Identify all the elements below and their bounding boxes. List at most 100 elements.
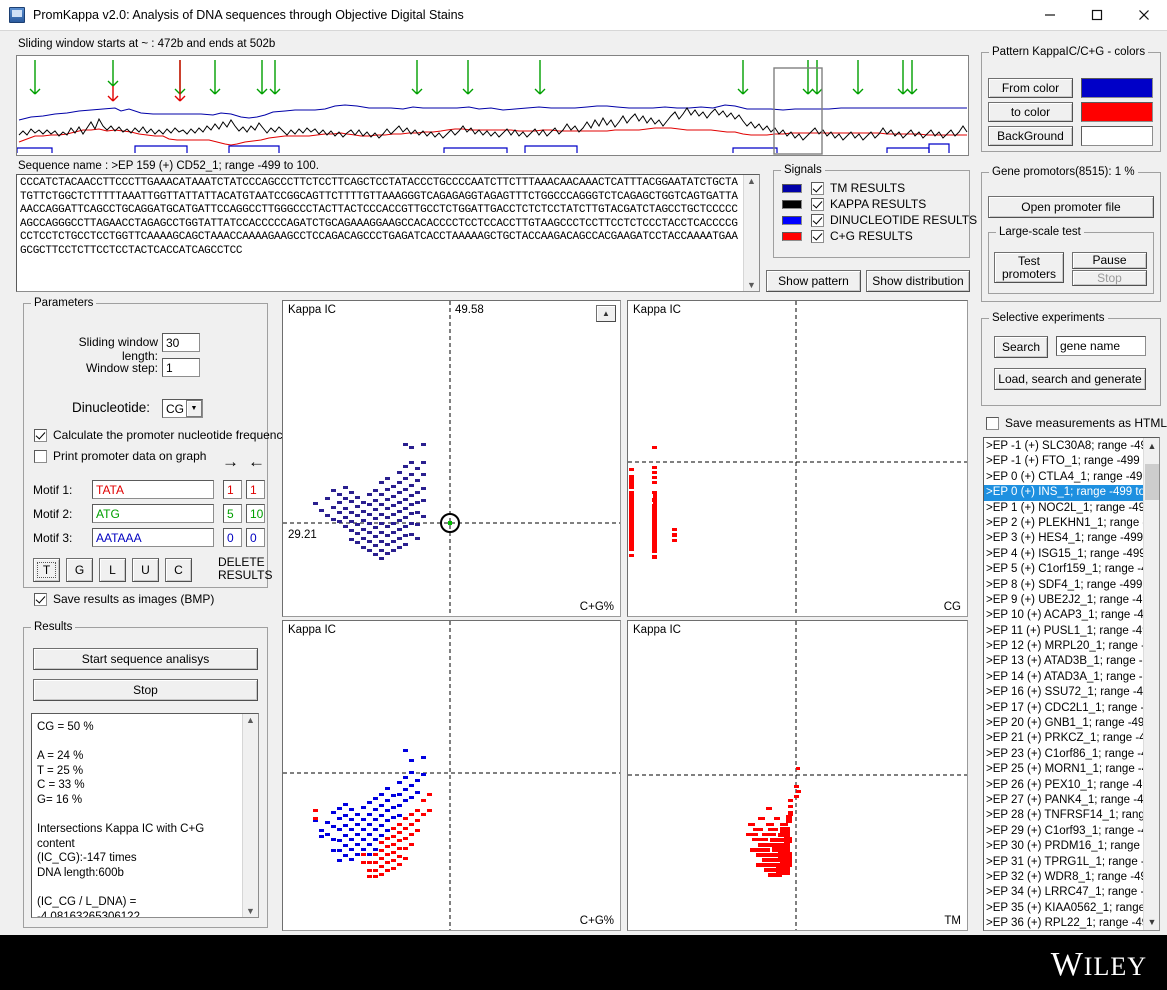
sliding-window-length-input[interactable]: 30 [162, 333, 200, 352]
sequence-textarea[interactable]: CCCATCTACAACCTTCCCTTGAAACATAAATCTATCCCAG… [16, 174, 760, 292]
experiment-list-item[interactable]: >EP 16 (+) SSU72_1; range -49 [984, 685, 1143, 700]
base-button-u[interactable]: U [132, 558, 159, 582]
motif-3-count-start[interactable]: 0 [223, 528, 242, 547]
base-button-t[interactable]: T [33, 558, 60, 582]
motif-1-count-end[interactable]: 1 [246, 480, 265, 499]
experiment-list-item[interactable]: >EP 12 (+) MRPL20_1; range - [984, 639, 1143, 654]
base-button-g[interactable]: G [66, 558, 93, 582]
to-color-button[interactable]: to color [988, 102, 1073, 122]
motif-1-input[interactable]: TATA [92, 480, 214, 499]
experiment-list-item[interactable]: >EP 1 (+) NOC2L_1; range -49 [984, 501, 1143, 516]
motif-2-count-end[interactable]: 10 [246, 504, 265, 523]
stop-analysis-button[interactable]: Stop [33, 679, 258, 701]
save-html-checkbox[interactable]: Save measurements as HTML [986, 416, 1167, 430]
close-button[interactable] [1120, 0, 1167, 31]
list-scroll-down-icon[interactable]: ▼ [1144, 917, 1159, 927]
save-bmp-checkbox[interactable]: Save results as images (BMP) [34, 592, 214, 606]
experiment-list-item[interactable]: >EP 9 (+) UBE2J2_1; range -49 [984, 593, 1143, 608]
prev-motif-arrow-icon[interactable]: ← [248, 452, 265, 472]
experiment-list-item[interactable]: >EP 34 (+) LRRC47_1; range - [984, 885, 1143, 900]
experiment-list-item[interactable]: >EP 26 (+) PEX10_1; range -49 [984, 778, 1143, 793]
experiment-list-item[interactable]: >EP 11 (+) PUSL1_1; range -49 [984, 624, 1143, 639]
background-color-swatch[interactable] [1081, 126, 1153, 146]
search-button[interactable]: Search [994, 336, 1048, 358]
stop-large-scale-button[interactable]: Stop [1072, 270, 1147, 286]
print-data-checkbox[interactable]: Print promoter data on graph [34, 449, 206, 463]
gene-name-input[interactable]: gene name [1056, 336, 1146, 356]
signal-row-tm[interactable]: TM RESULTS [782, 180, 977, 196]
plot-kappa-vs-cg-percent-2[interactable]: Kappa IC C+G% [282, 620, 621, 931]
experiment-list-item[interactable]: >EP 8 (+) SDF4_1; range -499 [984, 578, 1143, 593]
experiment-list-item[interactable]: >EP 3 (+) HES4_1; range -499 [984, 531, 1143, 546]
test-promoters-button[interactable]: Test promoters [994, 252, 1064, 283]
motif-1-count-start[interactable]: 1 [223, 480, 242, 499]
signal-checkbox-tm[interactable]: TM RESULTS [811, 181, 905, 195]
maximize-button[interactable] [1073, 0, 1120, 31]
experiment-list-item[interactable]: >EP 20 (+) GNB1_1; range -49 [984, 716, 1143, 731]
signal-checkbox-kappa[interactable]: KAPPA RESULTS [811, 197, 926, 211]
plot1-scroll-up-button[interactable]: ▲ [596, 305, 616, 322]
experiment-listbox[interactable]: >EP -1 (+) SLC30A8; range -49 >EP -1 (+) … [983, 437, 1160, 931]
signal-checkbox-dinucleotide[interactable]: DINUCLEOTIDE RESULTS [811, 213, 977, 227]
calculate-frequency-checkbox[interactable]: Calculate the promoter nucleotide freque… [34, 428, 288, 442]
next-motif-arrow-icon[interactable]: → [222, 452, 239, 472]
scroll-up-icon[interactable]: ▲ [747, 176, 756, 186]
background-color-button[interactable]: BackGround [988, 126, 1073, 146]
motif-2-input[interactable]: ATG [92, 504, 214, 523]
results-scrollbar[interactable]: ▲ ▼ [242, 714, 258, 917]
experiment-list-item[interactable]: >EP 13 (+) ATAD3B_1; range - [984, 654, 1143, 669]
motif-2-count-start[interactable]: 5 [223, 504, 242, 523]
signal-checkbox-cg[interactable]: C+G RESULTS [811, 229, 913, 243]
experiment-list-item[interactable]: >EP 35 (+) KIAA0562_1; range [984, 901, 1143, 916]
experiment-list-item[interactable]: >EP 31 (+) TPRG1L_1; range - [984, 855, 1143, 870]
from-color-button[interactable]: From color [988, 78, 1073, 98]
experiment-list-item[interactable]: >EP 23 (+) C1orf86_1; range -4 [984, 747, 1143, 762]
experiment-list-item[interactable]: >EP 0 (+) INS_1; range -499 to [984, 485, 1143, 501]
experiment-list-item[interactable]: >EP 4 (+) ISG15_1; range -499 [984, 547, 1143, 562]
list-scroll-up-icon[interactable]: ▲ [1144, 441, 1159, 451]
experiment-list-scrollbar[interactable]: ▲ ▼ [1143, 438, 1159, 930]
experiment-list-item[interactable]: >EP 21 (+) PRKCZ_1; range -4 [984, 731, 1143, 746]
results-textarea[interactable]: CG = 50 % A = 24 % T = 25 % C = 33 % G= … [31, 713, 259, 918]
experiment-list-item[interactable]: >EP -1 (+) SLC30A8; range -49 [984, 439, 1143, 454]
window-step-input[interactable]: 1 [162, 358, 200, 377]
results-scroll-down-icon[interactable]: ▼ [246, 906, 255, 916]
chevron-down-icon[interactable]: ▼ [186, 400, 202, 417]
experiment-list-item[interactable]: >EP 25 (+) MORN1_1; range -4 [984, 762, 1143, 777]
show-distribution-button[interactable]: Show distribution [866, 270, 970, 292]
signal-row-cg[interactable]: C+G RESULTS [782, 228, 977, 244]
base-button-l[interactable]: L [99, 558, 126, 582]
minimize-button[interactable] [1026, 0, 1073, 31]
experiment-list-item[interactable]: >EP 5 (+) C1orf159_1; range -4 [984, 562, 1143, 577]
experiment-list-item[interactable]: >EP 2 (+) PLEKHN1_1; range - [984, 516, 1143, 531]
signal-row-kappa[interactable]: KAPPA RESULTS [782, 196, 977, 212]
experiment-list-item[interactable]: >EP -1 (+) FTO_1; range -499 t [984, 454, 1143, 469]
pause-button[interactable]: Pause [1072, 252, 1147, 269]
to-color-swatch[interactable] [1081, 102, 1153, 122]
scroll-down-icon[interactable]: ▼ [747, 280, 756, 290]
experiment-list-item[interactable]: >EP 29 (+) C1orf93_1; range -4 [984, 824, 1143, 839]
base-button-c[interactable]: C [165, 558, 192, 582]
load-search-generate-button[interactable]: Load, search and generate [994, 368, 1146, 390]
experiment-list-item[interactable]: >EP 27 (+) PANK4_1; range -4 [984, 793, 1143, 808]
plot-kappa-vs-cg[interactable]: Kappa IC CG [627, 300, 968, 617]
plot-kappa-vs-cg-percent[interactable]: Kappa IC 49.58 29.21 C+G% ▲ [282, 300, 621, 617]
experiment-list-item[interactable]: >EP 14 (+) ATAD3A_1; range - [984, 670, 1143, 685]
experiment-list-item[interactable]: >EP 28 (+) TNFRSF14_1; rang [984, 808, 1143, 823]
experiment-list-item[interactable]: >EP 36 (+) RPL22_1; range -49 [984, 916, 1143, 930]
from-color-swatch[interactable] [1081, 78, 1153, 98]
experiment-list-item[interactable]: >EP 17 (+) CDC2L1_1; range - [984, 701, 1143, 716]
motif-3-input[interactable]: AATAAA [92, 528, 214, 547]
experiment-list-item[interactable]: >EP 0 (+) CTLA4_1; range -499 [984, 470, 1143, 485]
list-scroll-thumb[interactable] [1145, 464, 1159, 500]
experiment-list-item[interactable]: >EP 30 (+) PRDM16_1; range [984, 839, 1143, 854]
experiment-list-item[interactable]: >EP 10 (+) ACAP3_1; range -49 [984, 608, 1143, 623]
results-scroll-up-icon[interactable]: ▲ [246, 715, 255, 725]
sequence-scrollbar[interactable]: ▲ ▼ [743, 175, 759, 291]
show-pattern-button[interactable]: Show pattern [766, 270, 861, 292]
open-promoter-file-button[interactable]: Open promoter file [988, 196, 1154, 218]
dinucleotide-select[interactable]: CG ▼ [162, 399, 203, 418]
plot-kappa-vs-tm[interactable]: Kappa IC TM [627, 620, 968, 931]
signal-overview-graph[interactable] [16, 55, 969, 156]
start-analysis-button[interactable]: Start sequence analisys [33, 648, 258, 670]
